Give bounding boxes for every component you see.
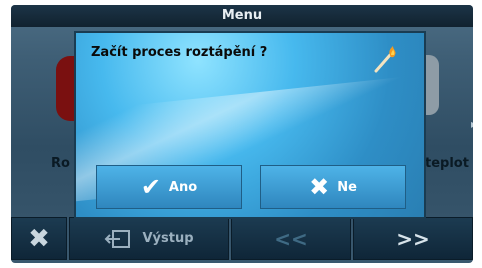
next-button[interactable]: >>: [353, 217, 473, 260]
x-icon: ✖: [309, 173, 330, 201]
dialog-question: Začít proces roztápění ?: [91, 45, 268, 60]
confirm-dialog: Začít proces roztápění ? ✔ Ano ✖ Ne: [74, 31, 426, 219]
scroll-right-arrow-icon: ▸: [471, 117, 473, 131]
close-button[interactable]: ✖: [11, 217, 67, 260]
match-flame-icon: [374, 46, 396, 73]
checkmark-icon: ✔: [140, 173, 161, 201]
background-label-left: Ro: [51, 156, 70, 171]
window-title: Menu: [11, 5, 473, 27]
yes-button[interactable]: ✔ Ano: [96, 165, 242, 209]
yes-label: Ano: [168, 179, 198, 195]
previous-button[interactable]: <<: [231, 217, 351, 260]
bottom-toolbar: ✖ Výstup << >>: [11, 214, 473, 260]
no-button[interactable]: ✖ Ne: [260, 165, 406, 209]
close-x-icon: ✖: [28, 223, 50, 254]
no-label: Ne: [337, 179, 357, 195]
exit-label: Výstup: [142, 231, 194, 246]
exit-icon: [105, 229, 131, 248]
background-label-right: teplot: [425, 156, 469, 171]
screen: Menu ▸ Ro teplot ✖ Výstup << >> Začít pr…: [0, 0, 482, 268]
exit-button[interactable]: Výstup: [69, 217, 229, 260]
